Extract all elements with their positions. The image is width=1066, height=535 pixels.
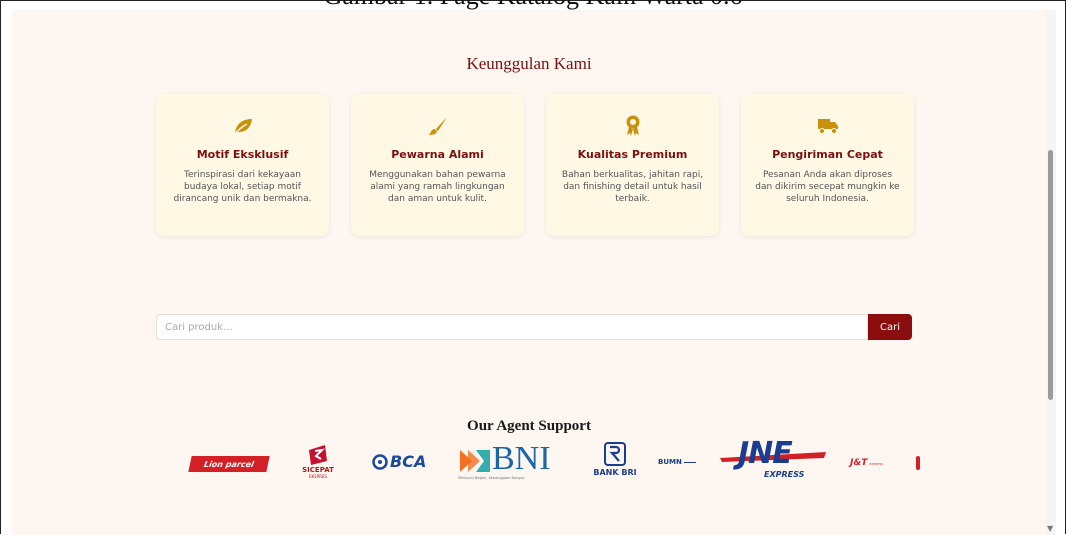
feature-desc: Pesanan Anda akan diproses dan dikirim s… bbox=[755, 170, 900, 204]
features-title: Keunggulan Kami bbox=[466, 54, 592, 73]
truck-icon bbox=[741, 112, 914, 140]
scroll-down-icon[interactable]: ▼ bbox=[1047, 524, 1053, 533]
feature-desc: Terinspirasi dari kekayaan budaya lokal,… bbox=[173, 170, 312, 204]
feature-title: Pengiriman Cepat bbox=[772, 148, 883, 161]
bni-logo: BNI Melayani Negeri, Kebanggaan Bangsa bbox=[458, 440, 551, 480]
feature-desc: Menggunakan bahan pewarna alami yang ram… bbox=[369, 170, 506, 204]
vertical-scrollbar[interactable]: ▼ bbox=[1046, 10, 1056, 535]
lion-parcel-logo: Lion parcel bbox=[188, 456, 270, 472]
feature-card-pewarna: Pewarna Alami Menggunakan bahan pewarna … bbox=[351, 94, 524, 236]
feature-card-kualitas: Kualitas Premium Bahan berkualitas, jahi… bbox=[546, 94, 719, 236]
agent-logos: Lion parcel SICEPAT EKSPRES BCA BNI Mela… bbox=[186, 436, 926, 482]
paintbrush-icon bbox=[351, 112, 524, 140]
bumn-underline bbox=[683, 461, 696, 463]
feature-title: Motif Eksklusif bbox=[196, 148, 289, 161]
bumn-logo: BUMN bbox=[658, 458, 696, 466]
award-icon bbox=[546, 112, 719, 140]
search-button[interactable]: Cari bbox=[868, 314, 912, 340]
feature-card-motif: Motif Eksklusif Terinspirasi dari kekaya… bbox=[156, 94, 329, 236]
agent-support-title: Our Agent Support bbox=[467, 418, 591, 434]
feature-title: Pewarna Alami bbox=[391, 148, 484, 161]
scrollbar-thumb[interactable] bbox=[1048, 150, 1053, 400]
feature-card-pengiriman: Pengiriman Cepat Pesanan Anda akan dipro… bbox=[741, 94, 914, 236]
jne-logo: JNE EXPRESS bbox=[720, 436, 826, 482]
bca-logo: BCA bbox=[372, 452, 426, 471]
bank-bri-logo: BANK BRI bbox=[592, 442, 638, 477]
feature-desc: Bahan berkualitas, jahitan rapi, dan fin… bbox=[561, 170, 704, 204]
sicepat-logo: SICEPAT EKSPRES bbox=[298, 444, 338, 482]
feature-title: Kualitas Premium bbox=[577, 148, 688, 161]
leaf-icon bbox=[156, 112, 329, 140]
features-cards: Motif Eksklusif Terinspirasi dari kekaya… bbox=[156, 94, 914, 236]
jt-express-logo: J&T EXPRESS bbox=[850, 458, 883, 468]
page-viewport: Keunggulan Kami Motif Eksklusif Terinspi… bbox=[12, 10, 1046, 535]
search-input[interactable] bbox=[156, 314, 868, 340]
partial-logo bbox=[916, 456, 920, 470]
